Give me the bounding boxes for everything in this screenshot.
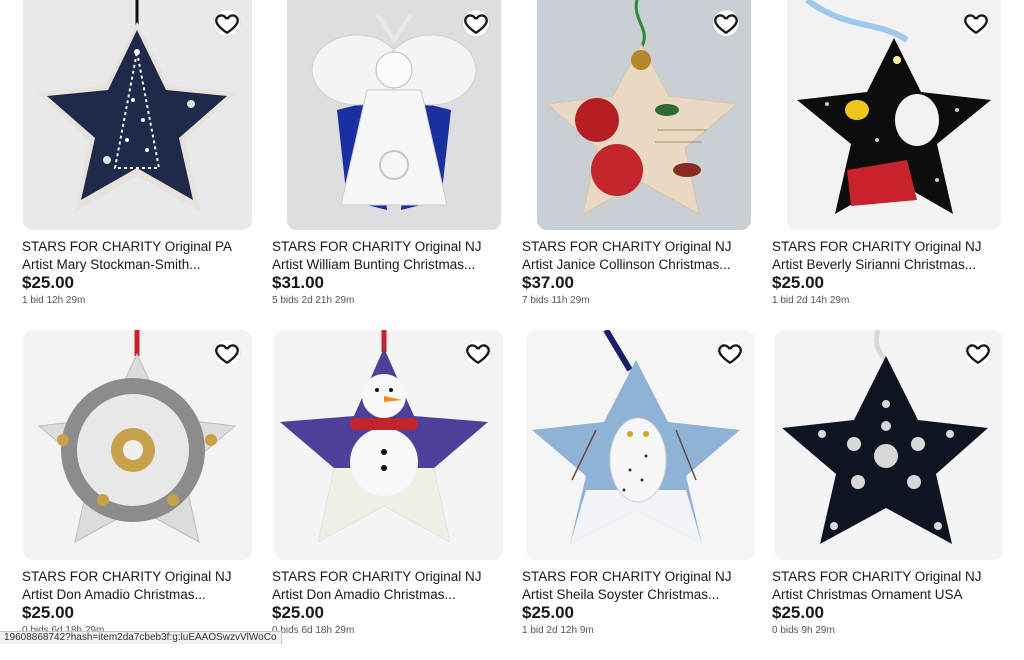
watch-button[interactable] — [214, 340, 240, 366]
watch-button[interactable] — [465, 340, 491, 366]
listing-card[interactable]: STARS FOR CHARITY Original NJ Artist Chr… — [750, 330, 1003, 660]
listing-image[interactable] — [274, 330, 503, 560]
watch-button[interactable] — [214, 10, 240, 36]
listing-title[interactable]: STARS FOR CHARITY Original NJ Artist Don… — [272, 568, 498, 603]
listing-bids-time: 7 bids 11h 29m — [522, 295, 590, 306]
watch-button[interactable] — [713, 10, 739, 36]
heart-icon — [464, 14, 488, 34]
watch-button[interactable] — [717, 340, 743, 366]
listing-title[interactable]: STARS FOR CHARITY Original PA Artist Mar… — [22, 238, 248, 273]
listing-title[interactable]: STARS FOR CHARITY Original NJ Artist Bev… — [772, 238, 998, 273]
heart-icon — [714, 14, 738, 34]
listing-title[interactable]: STARS FOR CHARITY Original NJ Artist She… — [522, 568, 748, 603]
listing-title[interactable]: STARS FOR CHARITY Original NJ Artist Wil… — [272, 238, 498, 273]
listing-price: $25.00 — [772, 603, 824, 622]
listing-card[interactable]: STARS FOR CHARITY Original NJ Artist Don… — [0, 330, 252, 660]
listing-image[interactable] — [787, 0, 1001, 230]
listing-grid: STARS FOR CHARITY Original PA Artist Mar… — [0, 0, 1024, 660]
heart-icon — [966, 344, 990, 364]
listing-price: $37.00 — [522, 273, 574, 292]
watch-button[interactable] — [463, 10, 489, 36]
listing-card[interactable]: STARS FOR CHARITY Original NJ Artist Don… — [250, 330, 503, 660]
heart-icon — [466, 344, 490, 364]
listing-bids-time: 5 bids 2d 21h 29m — [272, 295, 355, 306]
listing-card[interactable]: STARS FOR CHARITY Original NJ Artist She… — [500, 330, 755, 660]
listing-bids-time: 1 bid 2d 14h 29m — [772, 295, 850, 306]
heart-icon — [718, 344, 742, 364]
listing-card[interactable]: STARS FOR CHARITY Original PA Artist Mar… — [0, 0, 252, 330]
heart-icon — [215, 14, 239, 34]
listing-title[interactable]: STARS FOR CHARITY Original NJ Artist Chr… — [772, 568, 998, 603]
listing-price: $25.00 — [22, 603, 74, 622]
listing-image[interactable] — [774, 330, 1003, 560]
listing-bids-time: 1 bid 2d 12h 9m — [522, 625, 594, 636]
listing-bids-time: 1 bid 12h 29m — [22, 295, 86, 306]
heart-icon — [215, 344, 239, 364]
listing-title[interactable]: STARS FOR CHARITY Original NJ Artist Don… — [22, 568, 248, 603]
listing-price: $31.00 — [272, 273, 324, 292]
listing-price: $25.00 — [522, 603, 574, 622]
listing-card[interactable]: STARS FOR CHARITY Original NJ Artist Wil… — [250, 0, 501, 330]
listing-card[interactable]: STARS FOR CHARITY Original NJ Artist Bev… — [750, 0, 1001, 330]
watch-button[interactable] — [965, 340, 991, 366]
listing-image[interactable] — [526, 330, 755, 560]
listing-price: $25.00 — [272, 603, 324, 622]
listing-bids-time: 0 bids 9h 29m — [772, 625, 835, 636]
listing-price: $25.00 — [22, 273, 74, 292]
listing-title[interactable]: STARS FOR CHARITY Original NJ Artist Jan… — [522, 238, 748, 273]
watch-button[interactable] — [963, 10, 989, 36]
listing-image[interactable] — [287, 0, 501, 230]
listing-price: $25.00 — [772, 273, 824, 292]
heart-icon — [964, 14, 988, 34]
listing-bids-time: 0 bids 6d 18h 29m — [272, 625, 355, 636]
listing-card[interactable]: STARS FOR CHARITY Original NJ Artist Jan… — [500, 0, 751, 330]
listing-image[interactable] — [537, 0, 751, 230]
listing-image[interactable] — [23, 0, 252, 230]
listing-image[interactable] — [23, 330, 252, 560]
status-bar-url: 19608868742?hash=item2da7cbeb3f:g:luEAAO… — [0, 631, 282, 644]
